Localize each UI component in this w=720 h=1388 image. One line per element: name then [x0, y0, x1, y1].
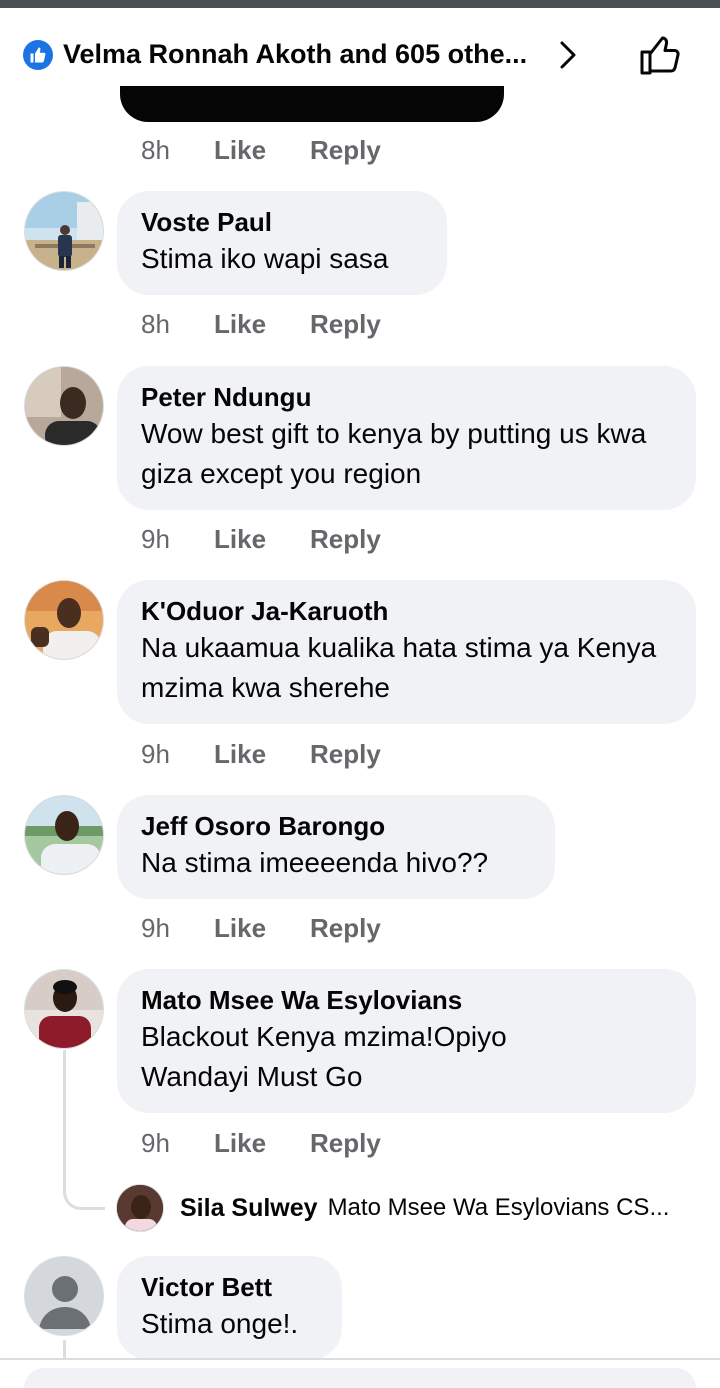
like-button[interactable]: Like — [214, 908, 310, 948]
comment-text: Stima iko wapi sasa — [141, 243, 389, 274]
comment-time: 8h — [141, 135, 170, 165]
status-bar-edge — [0, 0, 720, 8]
commenter-name[interactable]: K'Oduor Ja-Karuoth — [141, 594, 672, 628]
comment-time: 9h — [141, 913, 170, 943]
comment-actions: 8h Like Reply — [141, 130, 381, 170]
avatar[interactable] — [24, 795, 104, 875]
comment-bubble[interactable]: Victor Bett Stima onge!. — [117, 1256, 342, 1360]
comment-time: 9h — [141, 739, 170, 769]
comment-actions: 9h Like Reply — [141, 908, 381, 948]
comment-time: 9h — [141, 1128, 170, 1158]
reply-button[interactable]: Reply — [310, 1123, 381, 1163]
composer-divider — [0, 1358, 720, 1360]
reply-thread-line — [63, 1340, 66, 1360]
commenter-name[interactable]: Jeff Osoro Barongo — [141, 809, 531, 843]
comment-bubble[interactable]: Voste Paul Stima iko wapi sasa — [117, 191, 447, 295]
comment-actions: 9h Like Reply — [141, 519, 381, 559]
thumbs-up-outline-icon[interactable] — [638, 33, 682, 77]
like-button[interactable]: Like — [214, 304, 310, 344]
comment-bubble[interactable]: K'Oduor Ja-Karuoth Na ukaamua kualika ha… — [117, 580, 696, 724]
comment-time: 9h — [141, 524, 170, 554]
comment-composer-edge[interactable] — [24, 1368, 696, 1388]
commenter-name[interactable]: Mato Msee Wa Esylovians — [141, 983, 672, 1017]
reactors-summary-link[interactable]: Velma Ronnah Akoth and 605 othe... — [63, 32, 527, 76]
comment-bubble[interactable]: Jeff Osoro Barongo Na stima imeeeenda hi… — [117, 795, 555, 899]
like-button[interactable]: Like — [214, 1123, 310, 1163]
avatar[interactable] — [24, 1256, 104, 1336]
reply-thread-line — [63, 1050, 105, 1210]
avatar[interactable] — [24, 580, 104, 660]
comment-time: 8h — [141, 309, 170, 339]
chevron-right-icon[interactable] — [556, 40, 580, 70]
comment-text: Wow best gift to kenya by putting us kwa… — [141, 418, 647, 489]
comment-text: Stima onge!. — [141, 1308, 299, 1339]
reply-snippet: Mato Msee Wa Esylovians CS... — [327, 1194, 670, 1221]
comment-text: Na ukaamua kualika hata stima ya Kenya m… — [141, 632, 657, 703]
reply-preview[interactable]: Sila Sulwey Mato Msee Wa Esylovians CS..… — [116, 1184, 669, 1232]
reply-button[interactable]: Reply — [310, 734, 381, 774]
comment-text: Blackout Kenya mzima!Opiyo Wandayi Must … — [141, 1021, 507, 1092]
reply-button[interactable]: Reply — [310, 304, 381, 344]
comment-actions: 8h Like Reply — [141, 304, 381, 344]
like-button[interactable]: Like — [214, 519, 310, 559]
comment-bubble[interactable]: Mato Msee Wa Esylovians Blackout Kenya m… — [117, 969, 696, 1113]
commenter-name[interactable]: Victor Bett — [141, 1270, 318, 1304]
comment-text: Na stima imeeeenda hivo?? — [141, 847, 489, 878]
avatar[interactable] — [116, 1184, 164, 1232]
commenter-name[interactable]: Voste Paul — [141, 205, 423, 239]
previous-comment-image-edge — [120, 86, 504, 122]
like-button[interactable]: Like — [214, 130, 310, 170]
reply-button[interactable]: Reply — [310, 519, 381, 559]
commenter-name[interactable]: Peter Ndungu — [141, 380, 672, 414]
comment-actions: 9h Like Reply — [141, 734, 381, 774]
like-button[interactable]: Like — [214, 734, 310, 774]
avatar[interactable] — [24, 191, 104, 271]
reply-button[interactable]: Reply — [310, 908, 381, 948]
like-badge-icon — [23, 40, 53, 70]
reply-author-name[interactable]: Sila Sulwey — [180, 1194, 318, 1223]
comment-actions: 9h Like Reply — [141, 1123, 381, 1163]
reply-button[interactable]: Reply — [310, 130, 381, 170]
comment-bubble[interactable]: Peter Ndungu Wow best gift to kenya by p… — [117, 366, 696, 510]
avatar[interactable] — [24, 969, 104, 1049]
avatar[interactable] — [24, 366, 104, 446]
